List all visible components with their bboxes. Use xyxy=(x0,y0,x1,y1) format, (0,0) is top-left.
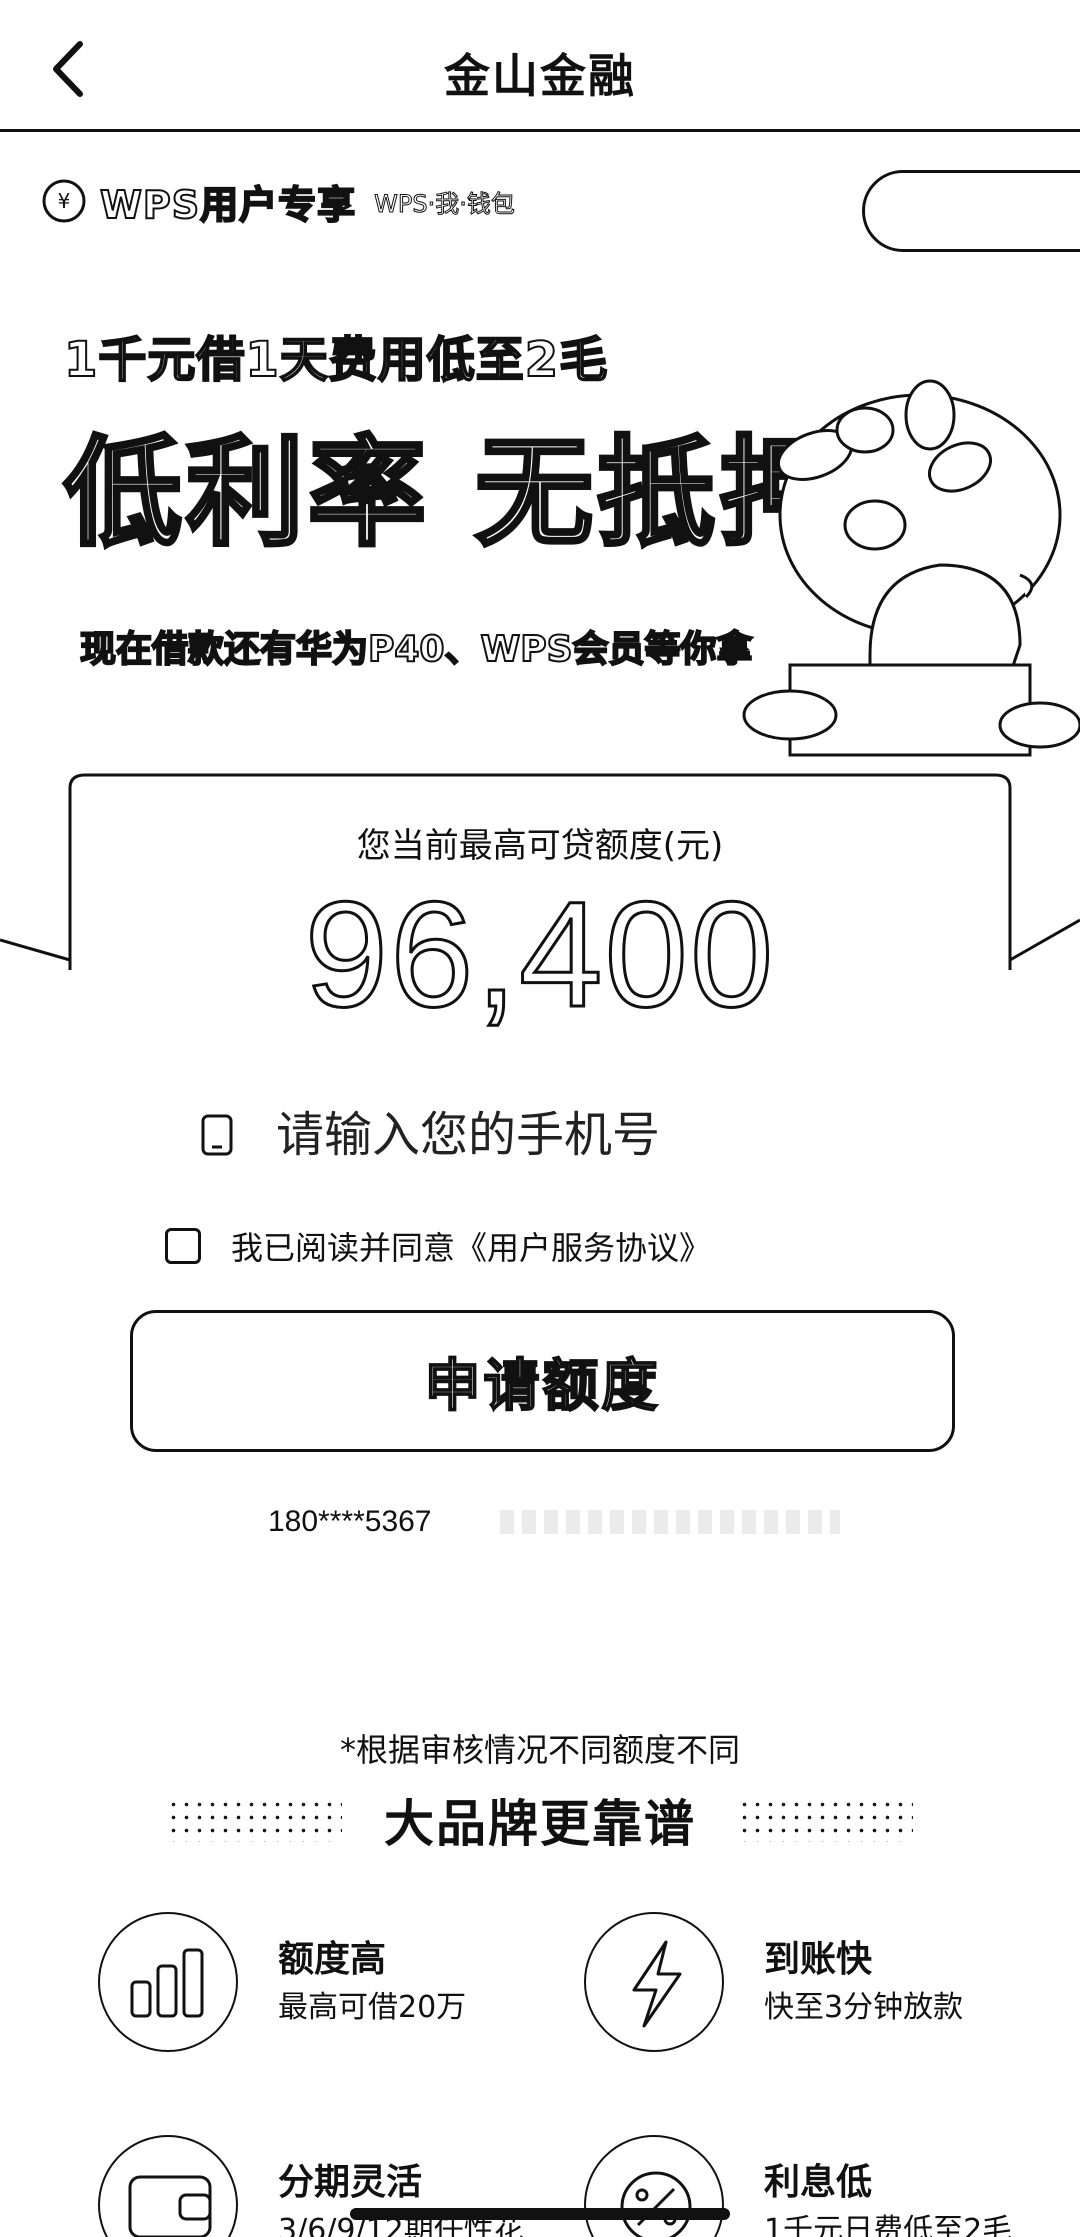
feature-desc: 快至3分钟放款 xyxy=(764,1990,964,2025)
quota-disclaimer: *根据审核情况不同额度不同 xyxy=(339,1731,740,1769)
wps-badge: ¥ WPS用户专享 WPS·我·钱包 xyxy=(40,175,516,228)
agreement-text: 我已阅读并同意 xyxy=(231,1229,456,1267)
hero-promo-line: 1千元借1天费用低至2毛 xyxy=(63,331,609,389)
agreement-checkbox[interactable] xyxy=(165,1228,201,1264)
quota-card: 您当前最高可贷额度(元) 96,400 xyxy=(0,770,1080,1040)
apply-quota-label: 申请额度 xyxy=(424,1353,661,1420)
wps-badge-sub: WPS·我·钱包 xyxy=(374,189,516,218)
piggy-bank-coins-illustration xyxy=(742,379,1080,757)
dot-pattern-right xyxy=(738,1798,913,1842)
feature-item: 利息低 1千元日费低至2毛 xyxy=(584,2135,1054,2237)
wps-badge-text: WPS用户专享 xyxy=(99,182,357,228)
feature-item: 分期灵活 3/6/9/12期任性花 xyxy=(98,2135,568,2237)
hero-action-pill[interactable] xyxy=(862,170,1080,252)
svg-text:¥: ¥ xyxy=(58,189,71,213)
phone-icon xyxy=(201,1114,233,1156)
feature-desc: 最高可借20万 xyxy=(278,1990,467,2025)
page-title: 金山金融 xyxy=(444,49,636,103)
wallet-icon xyxy=(98,2135,238,2237)
feature-item: 到账快 快至3分钟放款 xyxy=(584,1912,1054,2062)
discount-icon xyxy=(584,2135,724,2237)
feature-title: 分期灵活 xyxy=(278,2162,423,2203)
section-title: 大品牌更靠谱 xyxy=(384,1795,696,1853)
dot-pattern-left xyxy=(167,1798,342,1842)
feature-title: 利息低 xyxy=(764,2162,873,2203)
hero-gift-line: 现在借款还有华为P40、WPS会员等你拿 xyxy=(79,628,754,671)
feature-title: 额度高 xyxy=(278,1939,387,1980)
hero-banner: ¥ WPS用户专享 WPS·我·钱包 1千元借1天费用低至2毛 低利率 无抵押 … xyxy=(0,135,1080,795)
feature-item: 额度高 最高可借20万 xyxy=(98,1912,568,2062)
yen-coin-icon: ¥ xyxy=(42,179,86,223)
feature-desc: 1千元日费低至2毛 xyxy=(764,2213,1013,2237)
quota-amount: 96,400 xyxy=(303,869,776,1040)
bar-chart-icon xyxy=(98,1912,238,2052)
lightning-icon xyxy=(584,1912,724,2052)
quota-label: 您当前最高可贷额度(元) xyxy=(356,826,724,866)
feature-title: 到账快 xyxy=(764,1939,873,1980)
section-header: 大品牌更靠谱 xyxy=(0,1785,1080,1855)
ticker-message-faded xyxy=(500,1510,840,1534)
home-indicator[interactable] xyxy=(350,2208,730,2220)
phone-field[interactable] xyxy=(200,1095,900,1175)
apply-quota-button[interactable]: 申请额度 xyxy=(130,1310,955,1452)
user-service-agreement-link[interactable]: 《用户服务协议》 xyxy=(455,1223,711,1269)
top-nav-bar: 金山金融 xyxy=(0,0,1080,132)
ticker-phone: 180****5367 xyxy=(268,1505,432,1538)
agreement-row: 我已阅读并同意 《用户服务协议》 xyxy=(165,1222,711,1270)
phone-input[interactable] xyxy=(276,1107,876,1163)
